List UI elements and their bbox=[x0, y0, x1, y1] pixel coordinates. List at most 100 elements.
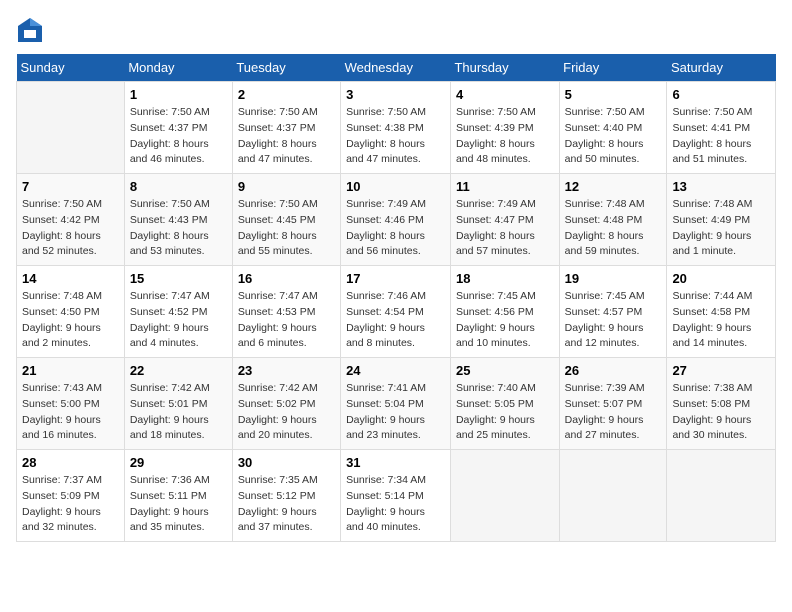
day-cell: 26 Sunrise: 7:39 AMSunset: 5:07 PMDayligh… bbox=[559, 358, 667, 450]
day-cell: 17 Sunrise: 7:46 AMSunset: 4:54 PMDayligh… bbox=[341, 266, 451, 358]
day-number: 8 bbox=[130, 179, 227, 194]
week-row-5: 28 Sunrise: 7:37 AMSunset: 5:09 PMDayligh… bbox=[17, 450, 776, 542]
day-number: 14 bbox=[22, 271, 119, 286]
day-cell: 16 Sunrise: 7:47 AMSunset: 4:53 PMDayligh… bbox=[232, 266, 340, 358]
header-cell-monday: Monday bbox=[124, 54, 232, 82]
day-cell: 25Sunrise: 7:40 AMSunset: 5:05 PMDayligh… bbox=[450, 358, 559, 450]
day-detail: Sunrise: 7:41 AMSunset: 5:04 PMDaylight:… bbox=[346, 381, 445, 444]
day-cell: 3 Sunrise: 7:50 AMSunset: 4:38 PMDaylight… bbox=[341, 82, 451, 174]
day-cell: 23 Sunrise: 7:42 AMSunset: 5:02 PMDayligh… bbox=[232, 358, 340, 450]
day-detail: Sunrise: 7:50 AMSunset: 4:37 PMDaylight:… bbox=[238, 105, 335, 168]
header-cell-tuesday: Tuesday bbox=[232, 54, 340, 82]
day-number: 22 bbox=[130, 363, 227, 378]
day-number: 30 bbox=[238, 455, 335, 470]
day-number: 21 bbox=[22, 363, 119, 378]
header-row: SundayMondayTuesdayWednesdayThursdayFrid… bbox=[17, 54, 776, 82]
day-detail: Sunrise: 7:50 AMSunset: 4:43 PMDaylight:… bbox=[130, 197, 227, 260]
calendar-table: SundayMondayTuesdayWednesdayThursdayFrid… bbox=[16, 54, 776, 542]
day-cell: 6 Sunrise: 7:50 AMSunset: 4:41 PMDaylight… bbox=[667, 82, 776, 174]
day-cell bbox=[17, 82, 125, 174]
day-detail: Sunrise: 7:35 AMSunset: 5:12 PMDaylight:… bbox=[238, 473, 335, 536]
day-detail: Sunrise: 7:34 AMSunset: 5:14 PMDaylight:… bbox=[346, 473, 445, 536]
day-cell bbox=[667, 450, 776, 542]
logo bbox=[16, 16, 48, 44]
day-cell: 27Sunrise: 7:38 AMSunset: 5:08 PMDayligh… bbox=[667, 358, 776, 450]
day-detail: Sunrise: 7:38 AMSunset: 5:08 PMDaylight:… bbox=[672, 381, 770, 444]
day-detail: Sunrise: 7:42 AMSunset: 5:01 PMDaylight:… bbox=[130, 381, 227, 444]
day-detail: Sunrise: 7:47 AMSunset: 4:52 PMDaylight:… bbox=[130, 289, 227, 352]
day-number: 11 bbox=[456, 179, 554, 194]
day-cell: 4 Sunrise: 7:50 AMSunset: 4:39 PMDaylight… bbox=[450, 82, 559, 174]
day-detail: Sunrise: 7:50 AMSunset: 4:38 PMDaylight:… bbox=[346, 105, 445, 168]
week-row-2: 7 Sunrise: 7:50 AMSunset: 4:42 PMDaylight… bbox=[17, 174, 776, 266]
day-detail: Sunrise: 7:50 AMSunset: 4:39 PMDaylight:… bbox=[456, 105, 554, 168]
day-cell: 9Sunrise: 7:50 AMSunset: 4:45 PMDaylight… bbox=[232, 174, 340, 266]
day-cell: 10Sunrise: 7:49 AMSunset: 4:46 PMDayligh… bbox=[341, 174, 451, 266]
day-cell: 14 Sunrise: 7:48 AMSunset: 4:50 PMDayligh… bbox=[17, 266, 125, 358]
day-detail: Sunrise: 7:50 AMSunset: 4:37 PMDaylight:… bbox=[130, 105, 227, 168]
day-cell: 11Sunrise: 7:49 AMSunset: 4:47 PMDayligh… bbox=[450, 174, 559, 266]
day-detail: Sunrise: 7:36 AMSunset: 5:11 PMDaylight:… bbox=[130, 473, 227, 536]
header-cell-saturday: Saturday bbox=[667, 54, 776, 82]
day-detail: Sunrise: 7:50 AMSunset: 4:41 PMDaylight:… bbox=[672, 105, 770, 168]
day-cell: 12 Sunrise: 7:48 AMSunset: 4:48 PMDayligh… bbox=[559, 174, 667, 266]
day-number: 12 bbox=[565, 179, 662, 194]
day-detail: Sunrise: 7:45 AMSunset: 4:57 PMDaylight:… bbox=[565, 289, 662, 352]
day-number: 23 bbox=[238, 363, 335, 378]
day-detail: Sunrise: 7:46 AMSunset: 4:54 PMDaylight:… bbox=[346, 289, 445, 352]
day-detail: Sunrise: 7:47 AMSunset: 4:53 PMDaylight:… bbox=[238, 289, 335, 352]
header-cell-friday: Friday bbox=[559, 54, 667, 82]
day-detail: Sunrise: 7:50 AMSunset: 4:40 PMDaylight:… bbox=[565, 105, 662, 168]
day-cell: 20 Sunrise: 7:44 AMSunset: 4:58 PMDayligh… bbox=[667, 266, 776, 358]
day-number: 17 bbox=[346, 271, 445, 286]
day-number: 16 bbox=[238, 271, 335, 286]
day-number: 15 bbox=[130, 271, 227, 286]
day-cell: 8 Sunrise: 7:50 AMSunset: 4:43 PMDaylight… bbox=[124, 174, 232, 266]
day-number: 1 bbox=[130, 87, 227, 102]
calendar-header: SundayMondayTuesdayWednesdayThursdayFrid… bbox=[17, 54, 776, 82]
week-row-1: 1 Sunrise: 7:50 AMSunset: 4:37 PMDaylight… bbox=[17, 82, 776, 174]
day-number: 19 bbox=[565, 271, 662, 286]
day-detail: Sunrise: 7:50 AMSunset: 4:42 PMDaylight:… bbox=[22, 197, 119, 260]
day-number: 28 bbox=[22, 455, 119, 470]
day-detail: Sunrise: 7:48 AMSunset: 4:50 PMDaylight:… bbox=[22, 289, 119, 352]
day-cell: 21 Sunrise: 7:43 AMSunset: 5:00 PMDayligh… bbox=[17, 358, 125, 450]
day-detail: Sunrise: 7:45 AMSunset: 4:56 PMDaylight:… bbox=[456, 289, 554, 352]
header bbox=[16, 16, 776, 44]
day-cell bbox=[559, 450, 667, 542]
day-number: 4 bbox=[456, 87, 554, 102]
day-cell: 1 Sunrise: 7:50 AMSunset: 4:37 PMDaylight… bbox=[124, 82, 232, 174]
day-cell: 30 Sunrise: 7:35 AMSunset: 5:12 PMDayligh… bbox=[232, 450, 340, 542]
day-cell: 18 Sunrise: 7:45 AMSunset: 4:56 PMDayligh… bbox=[450, 266, 559, 358]
day-detail: Sunrise: 7:48 AMSunset: 4:48 PMDaylight:… bbox=[565, 197, 662, 260]
header-cell-sunday: Sunday bbox=[17, 54, 125, 82]
day-number: 20 bbox=[672, 271, 770, 286]
day-number: 26 bbox=[565, 363, 662, 378]
day-number: 3 bbox=[346, 87, 445, 102]
day-detail: Sunrise: 7:48 AMSunset: 4:49 PMDaylight:… bbox=[672, 197, 770, 260]
day-cell: 15 Sunrise: 7:47 AMSunset: 4:52 PMDayligh… bbox=[124, 266, 232, 358]
page-container: SundayMondayTuesdayWednesdayThursdayFrid… bbox=[16, 16, 776, 542]
week-row-3: 14 Sunrise: 7:48 AMSunset: 4:50 PMDayligh… bbox=[17, 266, 776, 358]
day-number: 6 bbox=[672, 87, 770, 102]
day-number: 5 bbox=[565, 87, 662, 102]
day-detail: Sunrise: 7:42 AMSunset: 5:02 PMDaylight:… bbox=[238, 381, 335, 444]
day-detail: Sunrise: 7:39 AMSunset: 5:07 PMDaylight:… bbox=[565, 381, 662, 444]
day-detail: Sunrise: 7:44 AMSunset: 4:58 PMDaylight:… bbox=[672, 289, 770, 352]
day-number: 25 bbox=[456, 363, 554, 378]
day-number: 7 bbox=[22, 179, 119, 194]
day-detail: Sunrise: 7:43 AMSunset: 5:00 PMDaylight:… bbox=[22, 381, 119, 444]
day-cell bbox=[450, 450, 559, 542]
day-cell: 7 Sunrise: 7:50 AMSunset: 4:42 PMDaylight… bbox=[17, 174, 125, 266]
day-number: 31 bbox=[346, 455, 445, 470]
day-number: 18 bbox=[456, 271, 554, 286]
day-detail: Sunrise: 7:37 AMSunset: 5:09 PMDaylight:… bbox=[22, 473, 119, 536]
logo-icon bbox=[16, 16, 44, 44]
day-number: 9 bbox=[238, 179, 335, 194]
header-cell-wednesday: Wednesday bbox=[341, 54, 451, 82]
day-cell: 28 Sunrise: 7:37 AMSunset: 5:09 PMDayligh… bbox=[17, 450, 125, 542]
day-cell: 5 Sunrise: 7:50 AMSunset: 4:40 PMDaylight… bbox=[559, 82, 667, 174]
week-row-4: 21 Sunrise: 7:43 AMSunset: 5:00 PMDayligh… bbox=[17, 358, 776, 450]
day-number: 2 bbox=[238, 87, 335, 102]
day-cell: 22 Sunrise: 7:42 AMSunset: 5:01 PMDayligh… bbox=[124, 358, 232, 450]
